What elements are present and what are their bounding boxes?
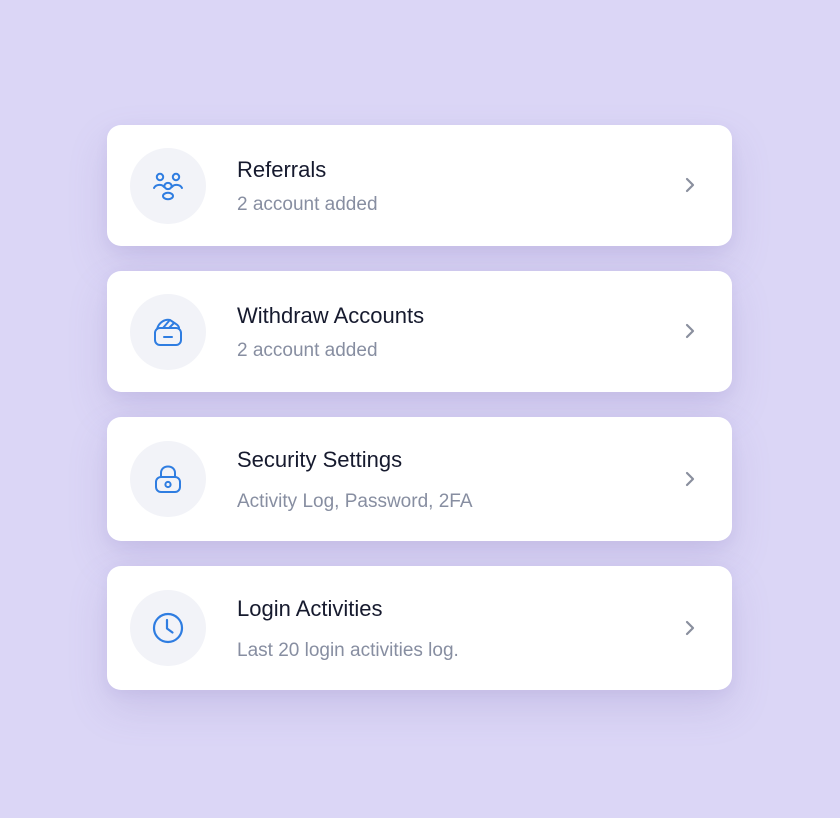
menu-item-withdraw-accounts[interactable]: Withdraw Accounts 2 account added xyxy=(107,271,732,392)
menu-item-title: Withdraw Accounts xyxy=(237,303,425,328)
clock-icon xyxy=(151,611,185,645)
wallet-icon xyxy=(151,315,185,349)
chevron-right-icon xyxy=(681,470,699,488)
menu-item-subtitle: 2 account added xyxy=(237,194,378,215)
icon-badge xyxy=(130,148,206,224)
icon-badge xyxy=(130,590,206,666)
menu-item-subtitle: Last 20 login activities log. xyxy=(237,640,459,661)
chevron-right-icon xyxy=(681,176,699,194)
icon-badge xyxy=(130,441,206,517)
menu-item-subtitle: 2 account added xyxy=(237,340,378,361)
users-group-icon xyxy=(151,169,185,203)
menu-item-referrals[interactable]: Referrals 2 account added xyxy=(107,125,732,246)
menu-item-login-activities[interactable]: Login Activities Last 20 login activitie… xyxy=(107,566,732,690)
menu-item-title: Security Settings xyxy=(237,447,403,472)
icon-badge xyxy=(130,294,206,370)
menu-item-title: Login Activities xyxy=(237,596,383,621)
lock-icon xyxy=(151,462,185,496)
chevron-right-icon xyxy=(681,619,699,637)
chevron-right-icon xyxy=(681,322,699,340)
menu-item-title: Referrals xyxy=(237,157,327,182)
menu-item-subtitle: Activity Log, Password, 2FA xyxy=(237,491,473,512)
menu-item-security-settings[interactable]: Security Settings Activity Log, Password… xyxy=(107,417,732,541)
